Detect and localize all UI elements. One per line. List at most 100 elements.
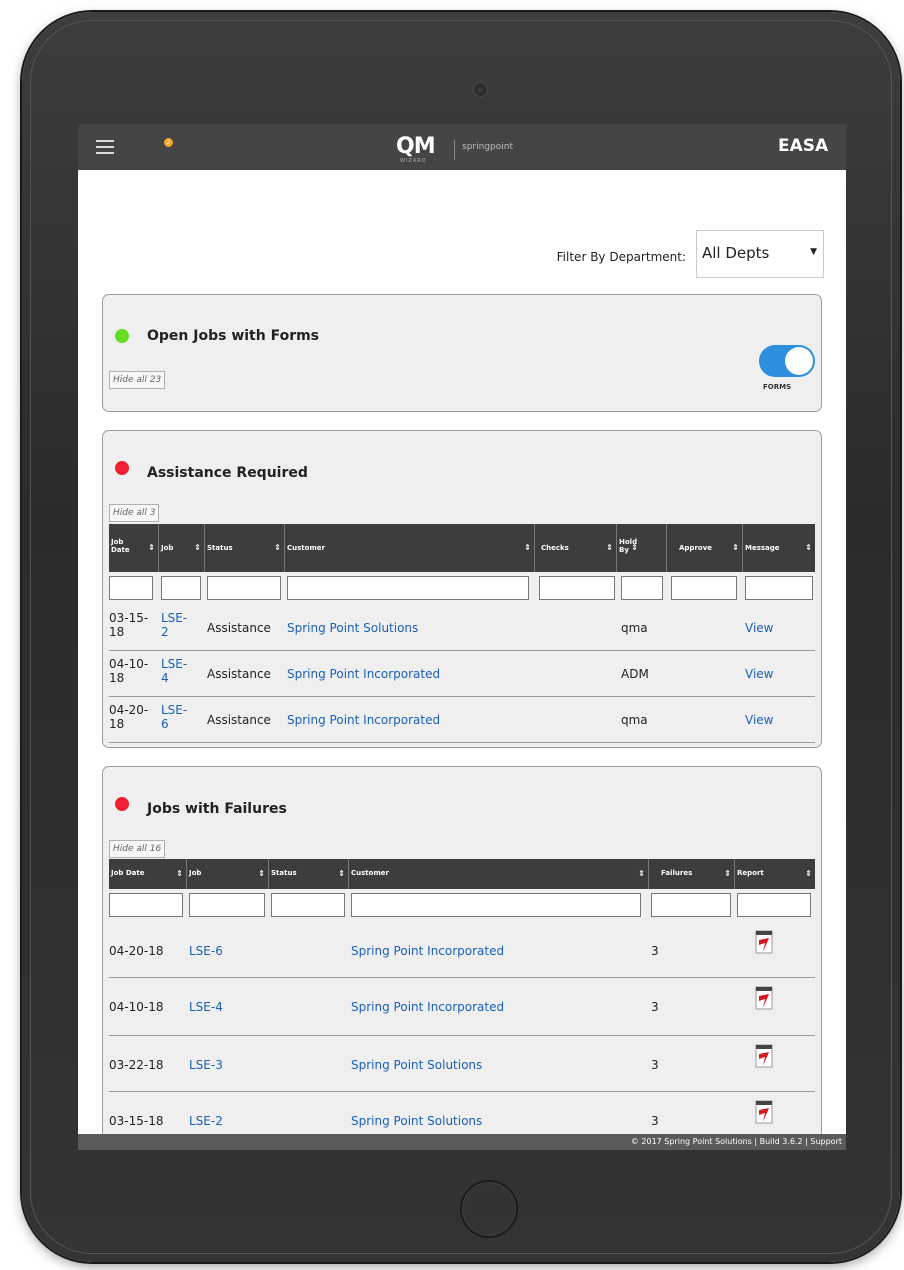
sort-icon: ⇕ bbox=[638, 869, 645, 878]
filter-input-job-date[interactable] bbox=[109, 893, 183, 917]
panel-open-jobs: Open Jobs with Forms Hide all 23 FORMS bbox=[102, 294, 822, 412]
job-link[interactable]: LSE-4 bbox=[189, 1000, 223, 1014]
cell-date: 04-10-18 bbox=[109, 657, 149, 685]
customer-link[interactable]: Spring Point Solutions bbox=[287, 621, 418, 635]
cell-hold-by: qma bbox=[621, 713, 648, 727]
filter-input-failures[interactable] bbox=[651, 893, 731, 917]
panel-failures: Jobs with Failures Hide all 16 Job Date ⇕… bbox=[102, 766, 822, 1150]
camera-icon bbox=[473, 82, 488, 97]
column-header-job-date[interactable]: Job Date ⇕ bbox=[109, 859, 187, 889]
sort-icon: ⇕ bbox=[258, 869, 265, 878]
pdf-icon[interactable] bbox=[755, 1044, 773, 1068]
customer-link[interactable]: Spring Point Incorporated bbox=[351, 1000, 504, 1014]
toggle-knob bbox=[785, 347, 813, 375]
hamburger-menu-icon[interactable] bbox=[96, 140, 114, 154]
home-button[interactable] bbox=[460, 1180, 518, 1238]
column-header-approve[interactable]: Approve ⇕ bbox=[667, 524, 743, 572]
filter-input-approve[interactable] bbox=[671, 576, 737, 600]
customer-link[interactable]: Spring Point Solutions bbox=[351, 1114, 482, 1128]
cell-status: Assistance bbox=[207, 713, 271, 727]
chevron-down-icon: ▼ bbox=[810, 247, 817, 257]
hide-all-button[interactable]: Hide all 16 bbox=[109, 840, 166, 858]
job-link[interactable]: LSE-2 bbox=[189, 1114, 223, 1128]
filter-input-report[interactable] bbox=[737, 893, 811, 917]
toggle-label: FORMS bbox=[763, 383, 792, 391]
notification-badge[interactable]: 2 bbox=[164, 138, 173, 147]
cell-date: 04-20-18 bbox=[109, 703, 149, 731]
panel-title: Jobs with Failures bbox=[147, 801, 287, 817]
cell-status: Assistance bbox=[207, 621, 271, 635]
hide-all-button[interactable]: Hide all 3 bbox=[109, 504, 160, 522]
pdf-icon[interactable] bbox=[755, 986, 773, 1010]
status-dot-icon bbox=[115, 329, 129, 343]
table-row: 04-20-18 LSE-6 Assistance Spring Point I… bbox=[109, 697, 815, 743]
filter-input-status[interactable] bbox=[271, 893, 345, 917]
table-row: 04-20-18 LSE-6 Spring Point Incorporated… bbox=[109, 922, 815, 978]
cell-failures: 3 bbox=[651, 1114, 659, 1128]
panel-title: Assistance Required bbox=[147, 465, 308, 481]
sort-icon: ⇕ bbox=[148, 543, 155, 552]
column-header-message[interactable]: Message ⇕ bbox=[743, 524, 815, 572]
column-header-hold-by[interactable]: Hold By ⇕ bbox=[617, 524, 667, 572]
table-header: Job Date ⇕ Job ⇕ Status ⇕ Customer ⇕ Failure… bbox=[109, 859, 815, 889]
sort-icon: ⇕ bbox=[606, 543, 613, 552]
pdf-icon[interactable] bbox=[755, 1100, 773, 1124]
customer-link[interactable]: Spring Point Incorporated bbox=[287, 667, 440, 681]
department-select-value: All Depts bbox=[702, 244, 770, 262]
status-dot-icon bbox=[115, 461, 129, 475]
column-header-customer[interactable]: Customer ⇕ bbox=[285, 524, 535, 572]
table-row: 03-15-18 LSE-2 Assistance Spring Point S… bbox=[109, 605, 815, 651]
view-message-link[interactable]: View bbox=[745, 713, 773, 727]
footer[interactable]: © 2017 Spring Point Solutions | Build 3.… bbox=[78, 1134, 846, 1150]
filter-row bbox=[109, 576, 815, 602]
job-link[interactable]: LSE-3 bbox=[189, 1058, 223, 1072]
cell-failures: 3 bbox=[651, 1058, 659, 1072]
filter-input-message[interactable] bbox=[745, 576, 813, 600]
customer-link[interactable]: Spring Point Incorporated bbox=[287, 713, 440, 727]
table-row: 04-10-18 LSE-4 Assistance Spring Point I… bbox=[109, 651, 815, 697]
filter-input-customer[interactable] bbox=[287, 576, 529, 600]
column-header-status[interactable]: Status ⇕ bbox=[269, 859, 349, 889]
cell-failures: 3 bbox=[651, 1000, 659, 1014]
job-link[interactable]: LSE-2 bbox=[161, 611, 187, 639]
pdf-icon[interactable] bbox=[755, 930, 773, 954]
view-message-link[interactable]: View bbox=[745, 621, 773, 635]
cell-status: Assistance bbox=[207, 667, 271, 681]
filter-input-job[interactable] bbox=[189, 893, 265, 917]
sort-icon: ⇕ bbox=[524, 543, 531, 552]
job-link[interactable]: LSE-4 bbox=[161, 657, 187, 685]
column-header-report[interactable]: Report ⇕ bbox=[735, 859, 815, 889]
department-select[interactable]: All Depts ▼ bbox=[696, 230, 824, 278]
column-header-job[interactable]: Job ⇕ bbox=[159, 524, 205, 572]
hide-all-button[interactable]: Hide all 23 bbox=[109, 371, 166, 389]
column-header-job-date[interactable]: Job Date ⇕ bbox=[109, 524, 159, 572]
app-logo: QM WIZARD springpoint bbox=[396, 134, 513, 164]
customer-link[interactable]: Spring Point Incorporated bbox=[351, 944, 504, 958]
panel-title: Open Jobs with Forms bbox=[147, 328, 320, 344]
filter-input-checks[interactable] bbox=[539, 576, 615, 600]
column-header-failures[interactable]: Failures ⇕ bbox=[649, 859, 735, 889]
filter-input-job[interactable] bbox=[161, 576, 201, 600]
cell-hold-by: qma bbox=[621, 621, 648, 635]
column-header-job[interactable]: Job ⇕ bbox=[187, 859, 269, 889]
customer-link[interactable]: Spring Point Solutions bbox=[351, 1058, 482, 1072]
filter-input-hold-by[interactable] bbox=[621, 576, 663, 600]
brand-text: springpoint bbox=[462, 142, 513, 152]
sort-icon: ⇕ bbox=[338, 869, 345, 878]
table-header: Job Date ⇕ Job ⇕ Status ⇕ Customer ⇕ Checks ⇕… bbox=[109, 524, 815, 572]
filter-label: Filter By Department: bbox=[556, 250, 686, 264]
job-link[interactable]: LSE-6 bbox=[189, 944, 223, 958]
filter-input-customer[interactable] bbox=[351, 893, 641, 917]
partner-logo: EASA bbox=[778, 136, 829, 156]
view-message-link[interactable]: View bbox=[745, 667, 773, 681]
column-header-checks[interactable]: Checks ⇕ bbox=[535, 524, 617, 572]
filter-input-status[interactable] bbox=[207, 576, 281, 600]
job-link[interactable]: LSE-6 bbox=[161, 703, 187, 731]
column-header-customer[interactable]: Customer ⇕ bbox=[349, 859, 649, 889]
department-filter: Filter By Department: All Depts ▼ bbox=[78, 230, 826, 280]
column-header-status[interactable]: Status ⇕ bbox=[205, 524, 285, 572]
forms-toggle[interactable] bbox=[759, 345, 815, 377]
cell-hold-by: ADM bbox=[621, 667, 649, 681]
filter-input-job-date[interactable] bbox=[109, 576, 153, 600]
sort-icon: ⇕ bbox=[805, 869, 812, 878]
